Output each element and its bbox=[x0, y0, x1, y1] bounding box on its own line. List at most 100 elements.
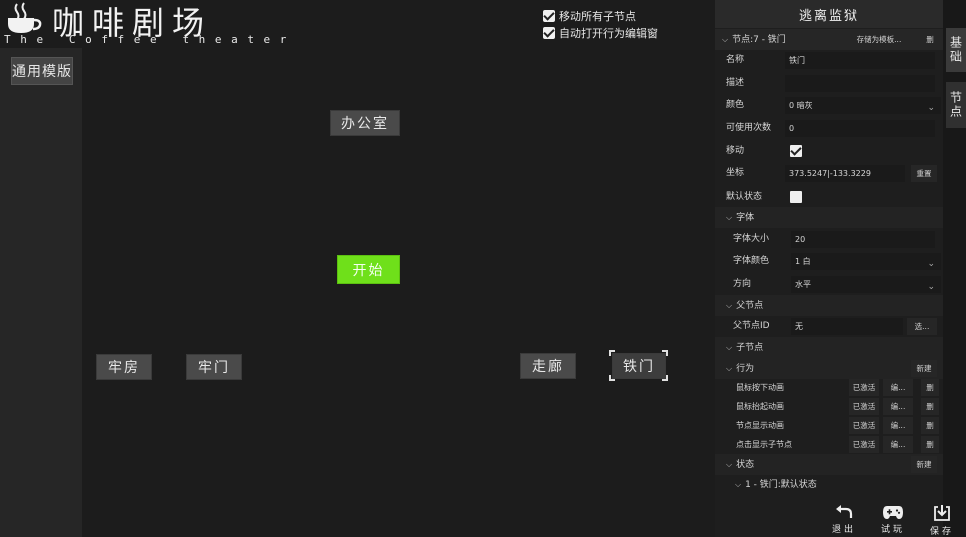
move-label: 移动 bbox=[726, 146, 745, 156]
direction-value: 水平 bbox=[795, 280, 811, 289]
state-item-label: 1 - 铁门:默认状态 bbox=[745, 480, 817, 490]
selection-corner bbox=[609, 350, 615, 356]
option-move-all-children[interactable]: 移动所有子节点 bbox=[543, 8, 636, 24]
behavior-status[interactable]: 已激活 bbox=[849, 417, 879, 434]
field-parent-id: 父节点ID 无 选... bbox=[715, 316, 943, 337]
font-color-label: 字体颜色 bbox=[733, 256, 770, 266]
node-cell[interactable]: 牢房 bbox=[96, 354, 152, 380]
font-size-input[interactable]: 20 bbox=[791, 231, 935, 248]
chevron-down-icon: ⌵ bbox=[726, 460, 733, 469]
parent-id-label: 父节点ID bbox=[733, 321, 770, 331]
behavior-edit-button[interactable]: 编... bbox=[883, 436, 913, 453]
node-header[interactable]: ⌵ 节点:7 - 铁门 存储为模板... 删 bbox=[715, 29, 943, 50]
field-desc: 描述 bbox=[715, 73, 943, 94]
undo-icon bbox=[836, 505, 853, 518]
behavior-edit-button[interactable]: 编... bbox=[883, 417, 913, 434]
node-corridor[interactable]: 走廊 bbox=[520, 353, 576, 379]
behavior-status[interactable]: 已激活 bbox=[849, 379, 879, 396]
select-parent-button[interactable]: 选... bbox=[907, 318, 937, 335]
default-state-label: 默认状态 bbox=[726, 192, 763, 202]
move-children-label: 移动所有子节点 bbox=[559, 10, 636, 23]
behavior-status[interactable]: 已激活 bbox=[849, 436, 879, 453]
field-font-color: 字体颜色 1 白 ⌄ bbox=[715, 251, 943, 272]
auto-open-label: 自动打开行为编辑窗 bbox=[559, 27, 658, 40]
behavior-item: 点击显示子节点 已激活 编... 删 bbox=[715, 434, 943, 455]
color-select[interactable]: 0 暗灰 ⌄ bbox=[785, 97, 941, 114]
behavior-item: 鼠标抬起动画 已激活 编... 删 bbox=[715, 396, 943, 417]
name-input[interactable]: 铁门 bbox=[785, 52, 935, 69]
gamepad-icon bbox=[883, 506, 903, 519]
desc-input[interactable] bbox=[785, 75, 935, 92]
node-office[interactable]: 办公室 bbox=[330, 110, 400, 136]
field-direction: 方向 水平 ⌄ bbox=[715, 274, 943, 295]
parent-section-header[interactable]: ⌵ 父节点 bbox=[715, 295, 943, 316]
field-uses: 可使用次数 0 bbox=[715, 118, 943, 139]
tab-node[interactable]: 节点 bbox=[946, 82, 966, 128]
field-color: 颜色 0 暗灰 ⌄ bbox=[715, 95, 943, 116]
coord-label: 坐标 bbox=[726, 168, 745, 178]
behavior-item: 节点显示动画 已激活 编... 删 bbox=[715, 415, 943, 436]
chevron-down-icon: ⌵ bbox=[726, 301, 733, 310]
font-color-value: 1 白 bbox=[795, 257, 811, 266]
uses-input[interactable]: 0 bbox=[785, 120, 935, 137]
delete-node-button[interactable]: 删 bbox=[921, 31, 939, 48]
app-logo: 咖啡剧场 The Coffee theater bbox=[0, 0, 286, 48]
properties-panel: 逃离监狱 ⌵ 节点:7 - 铁门 存储为模板... 删 名称 铁门 描述 颜色 0… bbox=[715, 0, 943, 537]
behavior-status[interactable]: 已激活 bbox=[849, 398, 879, 415]
behavior-delete-button[interactable]: 删 bbox=[921, 417, 939, 434]
color-value: 0 暗灰 bbox=[789, 101, 813, 110]
direction-select[interactable]: 水平 ⌄ bbox=[791, 276, 941, 293]
font-section-header[interactable]: ⌵ 字体 bbox=[715, 207, 943, 228]
default-state-checkbox[interactable] bbox=[790, 191, 802, 203]
chevron-down-icon: ⌵ bbox=[726, 364, 733, 373]
node-header-label: 节点:7 - 铁门 bbox=[732, 35, 786, 45]
state-section-header[interactable]: ⌵ 状态 新建 bbox=[715, 454, 943, 475]
panel-title: 逃离监狱 bbox=[715, 0, 943, 28]
direction-label: 方向 bbox=[733, 279, 752, 289]
node-iron-door[interactable]: 铁门 bbox=[612, 353, 666, 379]
font-size-label: 字体大小 bbox=[733, 234, 770, 244]
reset-coord-button[interactable]: 重置 bbox=[911, 165, 937, 182]
exit-button[interactable]: 退出 bbox=[825, 500, 863, 537]
left-sidebar bbox=[0, 48, 82, 537]
children-section-label: 子节点 bbox=[736, 343, 764, 353]
exit-label: 退出 bbox=[831, 525, 856, 535]
move-children-checkbox[interactable] bbox=[543, 10, 555, 22]
parent-id-value: 无 bbox=[791, 318, 903, 335]
general-template-button[interactable]: 通用模版 bbox=[11, 57, 73, 85]
behavior-edit-button[interactable]: 编... bbox=[883, 379, 913, 396]
behavior-item: 鼠标按下动画 已激活 编... 删 bbox=[715, 377, 943, 398]
new-state-button[interactable]: 新建 bbox=[911, 456, 937, 473]
download-icon bbox=[934, 505, 950, 521]
chevron-down-icon: ⌄ bbox=[927, 282, 935, 292]
coord-input[interactable]: 373.5247|-133.3229 bbox=[785, 165, 905, 182]
state-item[interactable]: ⌵ 1 - 铁门:默认状态 bbox=[715, 474, 943, 495]
node-cell-door[interactable]: 牢门 bbox=[186, 354, 242, 380]
font-color-select[interactable]: 1 白 ⌄ bbox=[791, 253, 941, 270]
move-checkbox[interactable] bbox=[790, 145, 802, 157]
behavior-delete-button[interactable]: 删 bbox=[921, 398, 939, 415]
selection-corner bbox=[662, 375, 668, 381]
uses-label: 可使用次数 bbox=[726, 123, 772, 133]
behavior-delete-button[interactable]: 删 bbox=[921, 436, 939, 453]
new-behavior-button[interactable]: 新建 bbox=[911, 360, 937, 377]
color-label: 颜色 bbox=[726, 100, 745, 110]
behavior-section-header[interactable]: ⌵ 行为 新建 bbox=[715, 358, 943, 379]
behavior-section-label: 行为 bbox=[736, 364, 755, 374]
children-section-header[interactable]: ⌵ 子节点 bbox=[715, 337, 943, 358]
save-button[interactable]: 保存 bbox=[923, 500, 961, 537]
auto-open-checkbox[interactable] bbox=[543, 27, 555, 39]
panel-tabs: 基础 节点 bbox=[943, 0, 966, 537]
option-auto-open-editor[interactable]: 自动打开行为编辑窗 bbox=[543, 25, 658, 41]
play-label: 试玩 bbox=[880, 525, 905, 535]
play-button[interactable]: 试玩 bbox=[874, 500, 912, 537]
chevron-down-icon: ⌵ bbox=[735, 480, 742, 489]
field-name: 名称 铁门 bbox=[715, 50, 943, 71]
tab-basic[interactable]: 基础 bbox=[946, 28, 966, 72]
behavior-edit-button[interactable]: 编... bbox=[883, 398, 913, 415]
field-move: 移动 bbox=[715, 141, 943, 162]
save-as-template-button[interactable]: 存储为模板... bbox=[847, 31, 911, 48]
save-label: 保存 bbox=[929, 527, 954, 537]
behavior-delete-button[interactable]: 删 bbox=[921, 379, 939, 396]
node-start[interactable]: 开始 bbox=[337, 255, 400, 284]
